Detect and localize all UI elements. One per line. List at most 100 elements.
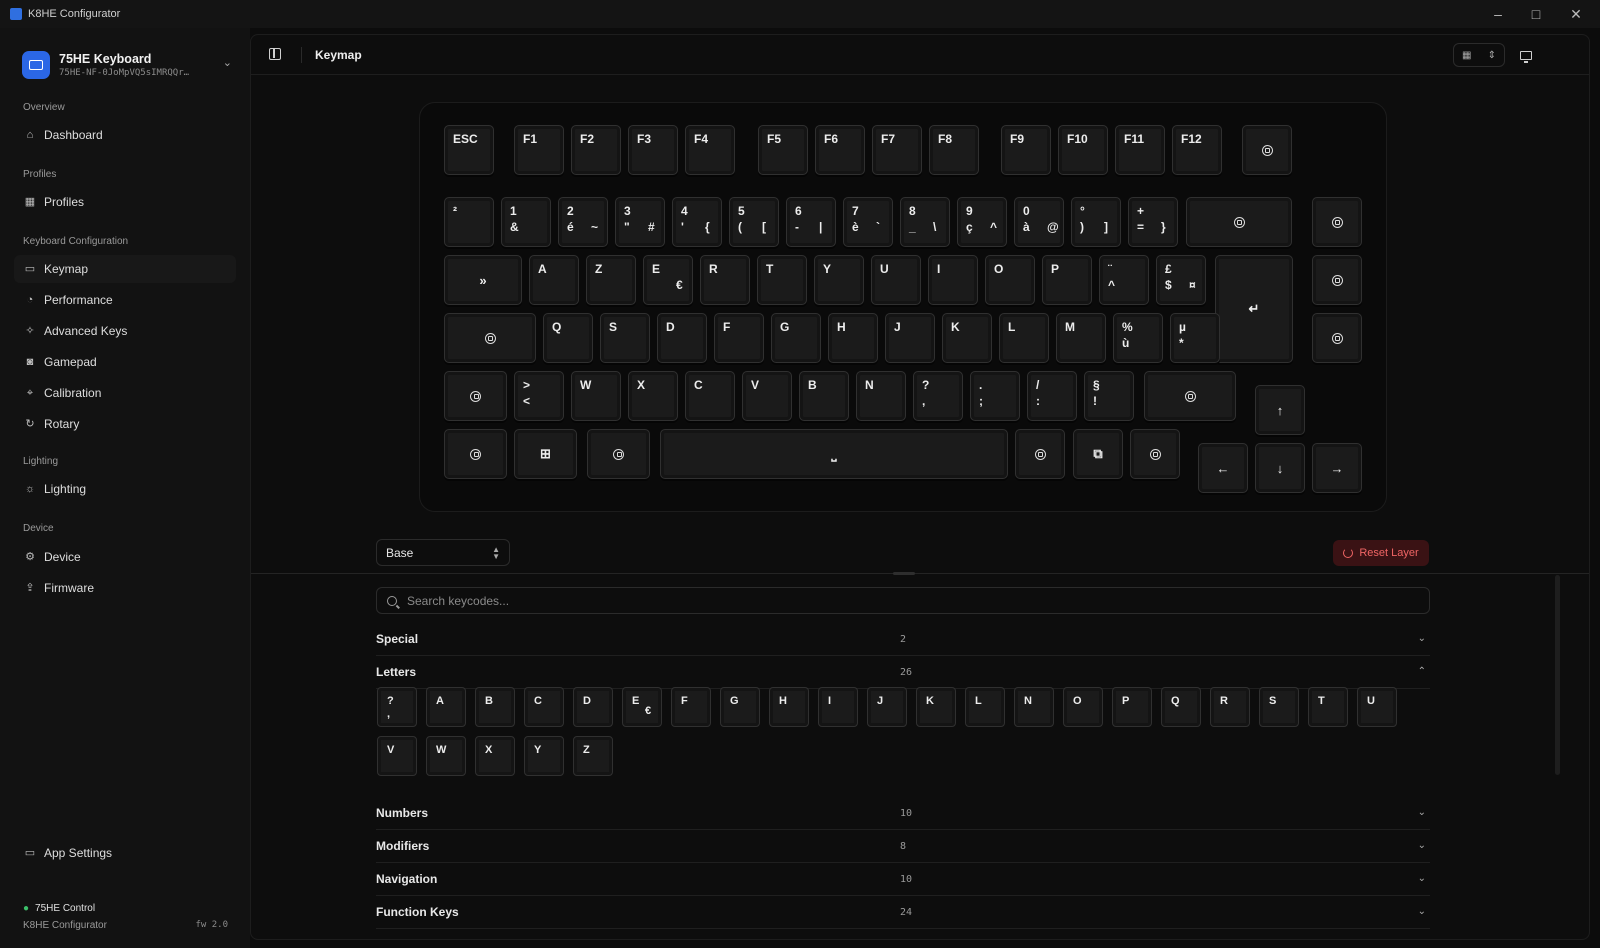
sidebar-item-dashboard[interactable]: ⌂ Dashboard bbox=[14, 121, 236, 149]
layer-select[interactable]: Base ▲ ▼ bbox=[376, 539, 510, 566]
rotary-knob-key[interactable] bbox=[1242, 125, 1292, 175]
key[interactable]: 7 è ` bbox=[843, 197, 893, 247]
key[interactable]: I bbox=[928, 255, 978, 305]
key[interactable]: ⊞ bbox=[514, 429, 577, 479]
key[interactable]: ?, bbox=[913, 371, 963, 421]
key[interactable]: F7 bbox=[872, 125, 922, 175]
keycode-h[interactable]: H bbox=[769, 687, 809, 727]
key[interactable]: V bbox=[742, 371, 792, 421]
key[interactable]: §! bbox=[1084, 371, 1134, 421]
key[interactable]: µ * bbox=[1170, 313, 1220, 363]
key[interactable]: W bbox=[571, 371, 621, 421]
key[interactable]: U bbox=[871, 255, 921, 305]
sidebar-item-profiles[interactable]: ▦ Profiles bbox=[14, 188, 236, 216]
sidebar-item-advanced-keys[interactable]: ✧ Advanced Keys bbox=[14, 317, 236, 345]
category-letters[interactable]: Letters 26 ⌃ bbox=[376, 656, 1430, 689]
keycode-b[interactable]: B bbox=[475, 687, 515, 727]
key[interactable]: Z bbox=[586, 255, 636, 305]
keycode-v[interactable]: V bbox=[377, 736, 417, 776]
sidebar-item-performance[interactable]: ◔ Performance bbox=[14, 286, 236, 314]
altgr-key[interactable] bbox=[1015, 429, 1065, 479]
category-modifiers[interactable]: Modifiers 8 ⌄ bbox=[376, 830, 1430, 863]
reset-layer-button[interactable]: Reset Layer bbox=[1333, 540, 1429, 566]
key[interactable]: + =} bbox=[1128, 197, 1178, 247]
key[interactable]: £ $ ¤ bbox=[1156, 255, 1206, 305]
keycode-l[interactable]: L bbox=[965, 687, 1005, 727]
keycode-s[interactable]: S bbox=[1259, 687, 1299, 727]
key[interactable]: ↓ bbox=[1255, 443, 1305, 493]
key[interactable]: F1 bbox=[514, 125, 564, 175]
keycode-c[interactable]: C bbox=[524, 687, 564, 727]
sidebar-item-rotary[interactable]: ↻ Rotary bbox=[14, 410, 236, 438]
key[interactable]: 6 - | bbox=[786, 197, 836, 247]
keycode-n[interactable]: N bbox=[1014, 687, 1054, 727]
backspace-key[interactable] bbox=[1186, 197, 1292, 247]
page-up-key[interactable] bbox=[1312, 197, 1362, 247]
app-settings-button[interactable]: ▭ App Settings bbox=[14, 839, 236, 867]
keycode-e[interactable]: E € bbox=[622, 687, 662, 727]
key[interactable]: 8 _ \ bbox=[900, 197, 950, 247]
keycode-d[interactable]: D bbox=[573, 687, 613, 727]
key[interactable]: X bbox=[628, 371, 678, 421]
sidebar-item-calibration[interactable]: ⌖ Calibration bbox=[14, 379, 236, 407]
keycode-f[interactable]: F bbox=[671, 687, 711, 727]
minimize-icon[interactable]: – bbox=[1480, 0, 1516, 28]
key[interactable]: D bbox=[657, 313, 707, 363]
sidebar-item-device[interactable]: ⚙ Device bbox=[14, 543, 236, 571]
sidebar-item-firmware[interactable]: ⇪ Firmware bbox=[14, 574, 236, 602]
layout-switcher-button[interactable]: ▦ ⇕ bbox=[1453, 43, 1505, 67]
key[interactable]: 9 ç ^ bbox=[957, 197, 1007, 247]
key[interactable]: % ù bbox=[1113, 313, 1163, 363]
key[interactable]: A bbox=[529, 255, 579, 305]
keycode-w[interactable]: W bbox=[426, 736, 466, 776]
device-selector[interactable]: 75HE Keyboard 75HE-NF-0JoMpVQ5sIMRQQr… ⌄ bbox=[22, 46, 232, 84]
sidebar-toggle-icon[interactable] bbox=[269, 48, 281, 60]
shift-key[interactable] bbox=[1144, 371, 1236, 421]
key[interactable]: ¨ ^ bbox=[1099, 255, 1149, 305]
key[interactable]: /: bbox=[1027, 371, 1077, 421]
keycode-i[interactable]: I bbox=[818, 687, 858, 727]
key[interactable]: Y bbox=[814, 255, 864, 305]
key[interactable]: ⎵ bbox=[660, 429, 1008, 479]
key[interactable]: R bbox=[700, 255, 750, 305]
key[interactable]: T bbox=[757, 255, 807, 305]
alt-key[interactable] bbox=[587, 429, 650, 479]
key[interactable]: L bbox=[999, 313, 1049, 363]
key[interactable]: B bbox=[799, 371, 849, 421]
sidebar-item-lighting[interactable]: ☼ Lighting bbox=[14, 475, 236, 503]
key[interactable]: C bbox=[685, 371, 735, 421]
maximize-icon[interactable]: □ bbox=[1518, 0, 1554, 28]
key[interactable]: F11 bbox=[1115, 125, 1165, 175]
key[interactable]: P bbox=[1042, 255, 1092, 305]
key[interactable]: 4 ' { bbox=[672, 197, 722, 247]
keycode-u[interactable]: U bbox=[1357, 687, 1397, 727]
keycode-o[interactable]: O bbox=[1063, 687, 1103, 727]
keycode-p[interactable]: P bbox=[1112, 687, 1152, 727]
category-special[interactable]: Special 2 ⌄ bbox=[376, 623, 1430, 656]
scrollbar[interactable] bbox=[1555, 575, 1560, 775]
key[interactable]: O bbox=[985, 255, 1035, 305]
key[interactable]: F9 bbox=[1001, 125, 1051, 175]
category-numbers[interactable]: Numbers 10 ⌄ bbox=[376, 797, 1430, 830]
keycode-y[interactable]: Y bbox=[524, 736, 564, 776]
search-input[interactable] bbox=[407, 593, 1307, 608]
key[interactable]: F12 bbox=[1172, 125, 1222, 175]
keycode-a[interactable]: A bbox=[426, 687, 466, 727]
close-icon[interactable]: ✕ bbox=[1558, 0, 1594, 28]
key[interactable]: 3 " # bbox=[615, 197, 665, 247]
key[interactable]: G bbox=[771, 313, 821, 363]
screen-key[interactable] bbox=[1312, 313, 1362, 363]
key[interactable]: S bbox=[600, 313, 650, 363]
key[interactable]: > < bbox=[514, 371, 564, 421]
key[interactable]: .; bbox=[970, 371, 1020, 421]
keycode-r[interactable]: R bbox=[1210, 687, 1250, 727]
key[interactable]: F6 bbox=[815, 125, 865, 175]
page-down-key[interactable] bbox=[1312, 255, 1362, 305]
key[interactable]: M bbox=[1056, 313, 1106, 363]
key[interactable]: 0 à @ bbox=[1014, 197, 1064, 247]
category-function-keys[interactable]: Function Keys 24 ⌄ bbox=[376, 896, 1430, 929]
key[interactable]: N bbox=[856, 371, 906, 421]
key[interactable]: F5 bbox=[758, 125, 808, 175]
caps-lock-key[interactable] bbox=[444, 313, 536, 363]
key[interactable]: J bbox=[885, 313, 935, 363]
